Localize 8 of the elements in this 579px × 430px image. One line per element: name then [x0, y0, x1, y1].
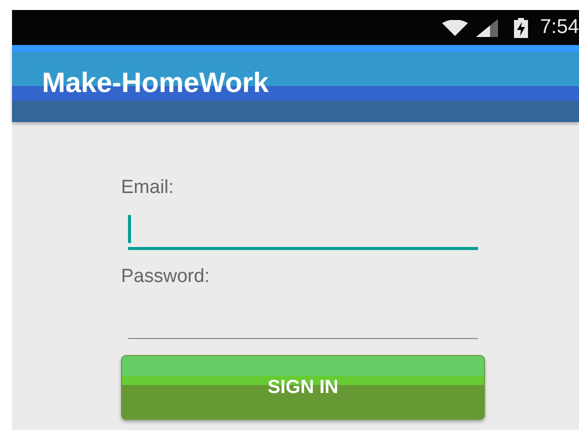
wifi-icon: [442, 20, 468, 36]
field-label: Email:: [121, 177, 175, 199]
app-title: Make-HomeWork: [42, 67, 269, 99]
sign-in-button[interactable]: SIGN IN: [121, 355, 485, 420]
battery-charging-icon: [514, 18, 528, 38]
signal-icon: [476, 18, 498, 36]
status-time: 7:54: [540, 16, 579, 39]
field-label: Password:: [121, 266, 211, 288]
